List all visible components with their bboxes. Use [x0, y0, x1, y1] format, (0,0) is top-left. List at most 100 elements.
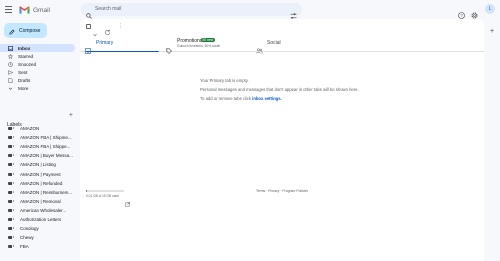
sidebar-item-label: Snoozed	[18, 61, 37, 67]
label-icon	[8, 172, 14, 176]
new-count-badge: 50 new	[201, 37, 215, 42]
compose-button[interactable]: Compose	[4, 23, 47, 38]
tab-promotions[interactable]: Promotions 50 new Gobuch Investors, 50% …	[161, 36, 247, 54]
sidebar-item-label: Drafts	[18, 77, 31, 83]
label-name: AMAZON FBA | Shipme...	[20, 135, 72, 141]
label-item[interactable]: AMAZON	[0, 124, 76, 133]
label-item[interactable]: AMAZON | Removal	[0, 197, 76, 206]
label-name: AMAZON | Reimbursem...	[20, 189, 73, 195]
label-item[interactable]: AMAZON | Payment	[0, 169, 76, 178]
label-name: AMAZON | Refunded	[20, 180, 63, 186]
sidebar-item-inbox[interactable]: Inbox	[0, 44, 75, 52]
label-icon	[8, 245, 14, 249]
tag-icon	[166, 41, 172, 59]
open-external-icon[interactable]	[125, 194, 130, 212]
mail-pane: ⋮ Primary Promotions 50 new Gobuch Inves…	[80, 19, 484, 261]
label-icon	[8, 136, 14, 140]
people-icon	[256, 41, 263, 59]
sidebar-item-sent[interactable]: Sent	[0, 68, 76, 76]
sidebar-item-drafts[interactable]: Drafts	[0, 76, 76, 84]
menu-icon[interactable]	[5, 6, 12, 13]
label-name: AMAZON | Payment	[20, 171, 61, 177]
label-name: AMAZON	[20, 126, 40, 132]
label-item[interactable]: AMAZON | Refunded	[0, 179, 76, 188]
sidebar-item-label: Inbox	[18, 45, 31, 51]
label-item[interactable]: Chewy	[0, 233, 76, 242]
policy-links[interactable]: Terms · Privacy · Program Policies	[256, 189, 308, 193]
label-item[interactable]: FBA	[0, 242, 76, 251]
gmail-m-icon	[19, 6, 30, 14]
label-name: AMAZON FBA | Shippe...	[20, 144, 71, 150]
top-bar: Gmail Search mail ? L	[0, 0, 500, 20]
svg-text:?: ?	[460, 13, 463, 18]
label-name: Cosology	[20, 226, 39, 232]
label-icon	[8, 236, 14, 240]
label-item[interactable]: AMAZON | Reimbursem...	[0, 188, 76, 197]
mail-toolbar: ⋮	[80, 19, 484, 37]
label-name: Authorization Letters	[20, 216, 62, 222]
label-item[interactable]: AMAZON | Buyer Messa...	[0, 151, 76, 160]
storage-fill	[86, 190, 88, 192]
tab-social[interactable]: Social	[251, 36, 331, 54]
chevron-down-icon	[8, 86, 13, 91]
search-bar[interactable]: Search mail	[81, 3, 302, 19]
label-icon	[8, 181, 14, 185]
side-panel: +	[487, 28, 497, 35]
label-icon	[8, 208, 14, 212]
label-item[interactable]: AMAZON | Listing	[0, 160, 76, 169]
storage-bar	[86, 190, 124, 192]
label-item[interactable]: AMAZON FBA | Shipme...	[0, 133, 76, 142]
sidebar-item-label: Sent	[18, 69, 28, 75]
label-icon	[8, 199, 14, 203]
label-name: Chewy	[20, 235, 34, 241]
select-all-checkbox[interactable]	[86, 24, 91, 29]
search-input[interactable]: Search mail	[95, 6, 121, 12]
draft-icon	[8, 77, 13, 83]
gmail-logo[interactable]: Gmail	[19, 5, 50, 15]
label-name: American Wholesaler...	[20, 207, 67, 213]
sidebar-item-more[interactable]: More	[0, 84, 76, 92]
label-name: AMAZON | Buyer Messa...	[20, 153, 73, 159]
empty-state-hint-text: To add or remove tabs click	[200, 95, 251, 101]
label-item[interactable]: Cosology	[0, 224, 76, 233]
label-icon	[8, 227, 14, 231]
empty-state-title: Your Primary tab is empty.	[200, 78, 249, 83]
sidebar-item-starred[interactable]: Starred	[0, 52, 76, 60]
sidebar-item-label: Starred	[18, 53, 34, 59]
label-icon	[8, 163, 14, 167]
app-name: Gmail	[33, 6, 50, 14]
sidebar-item-label: More	[18, 85, 29, 91]
label-icon	[8, 145, 14, 149]
label-icon	[8, 127, 14, 131]
tab-primary-label: Primary	[96, 40, 114, 46]
mail-footer: 0.01 GB of 15 GB used Terms · Privacy · …	[80, 189, 484, 209]
sidebar-item-snoozed[interactable]: Snoozed	[0, 60, 76, 68]
clock-icon	[8, 61, 13, 67]
labels-list: AMAZON AMAZON FBA | Shipme... AMAZON FBA…	[0, 124, 76, 251]
label-item[interactable]: AMAZON FBA | Shippe...	[0, 142, 76, 151]
label-icon	[8, 154, 14, 158]
account-avatar[interactable]: L	[485, 4, 495, 14]
label-item[interactable]: American Wholesaler...	[0, 206, 76, 215]
empty-state-hint: To add or remove tabs click inbox settin…	[200, 96, 370, 102]
active-tab-indicator	[86, 50, 159, 52]
empty-state: Your Primary tab is empty. Personal mess…	[200, 78, 370, 105]
inbox-settings-link[interactable]: inbox settings.	[252, 96, 282, 101]
tab-social-label: Social	[267, 40, 281, 46]
tab-primary[interactable]: Primary	[80, 36, 159, 54]
star-icon	[7, 53, 14, 59]
add-label-icon[interactable]: +	[69, 112, 73, 119]
compose-label: Compose	[19, 27, 41, 34]
inbox-icon	[8, 45, 13, 51]
category-tabs: Primary Promotions 50 new Gobuch Investo…	[80, 36, 484, 54]
more-options-icon[interactable]: ⋮	[118, 23, 123, 30]
pencil-icon	[9, 22, 15, 40]
get-addons-icon[interactable]: +	[487, 28, 497, 35]
sidebar-nav: Inbox Starred Snoozed Sent Drafts More	[0, 44, 76, 92]
label-name: FBA	[20, 244, 29, 250]
send-icon	[8, 69, 14, 75]
label-name: AMAZON | Listing	[20, 162, 56, 168]
tab-promotions-subtitle: Gobuch Investors, 50% south	[177, 43, 221, 48]
label-item[interactable]: Authorization Letters	[0, 215, 76, 224]
label-icon	[8, 190, 14, 194]
